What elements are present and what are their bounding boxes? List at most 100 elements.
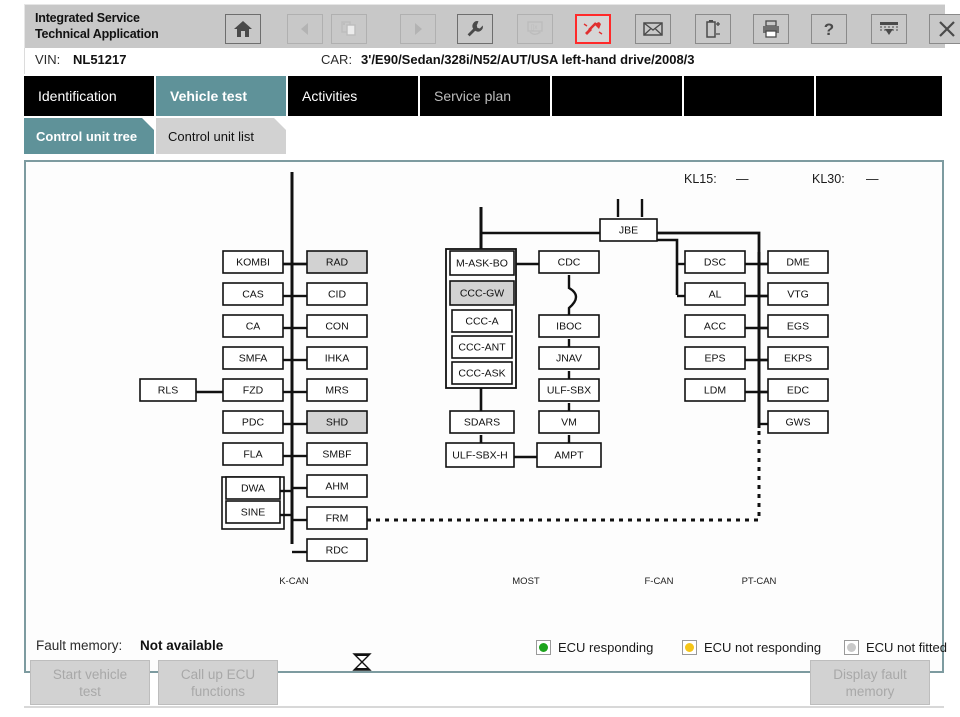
question-mark-icon: ?	[824, 20, 834, 39]
ecu-node-dme[interactable]: DME	[767, 250, 829, 274]
sub-tab-control-unit-tree[interactable]: Control unit tree	[24, 118, 154, 154]
ecu-node-label: SMFA	[239, 353, 268, 365]
legend-label: ECU not fitted	[866, 639, 947, 655]
ecu-node-rad[interactable]: RAD	[306, 250, 368, 274]
tools-button[interactable]	[457, 14, 493, 44]
fault-memory-row: Fault memory: Not available ECU respondi…	[24, 636, 947, 660]
ecu-node-kombi[interactable]: KOMBI	[222, 250, 284, 274]
ecu-node-label: KOMBI	[236, 257, 270, 269]
ecu-node-dwa[interactable]: DWA	[225, 476, 281, 500]
nav-tab-activities[interactable]: Activities	[288, 76, 420, 116]
svg-text:?: ?	[824, 20, 834, 39]
ecu-node-ccc-ask[interactable]: CCC-ASK	[451, 361, 513, 385]
ecu-node-label: CA	[246, 321, 261, 333]
ecu-node-shd[interactable]: SHD	[306, 410, 368, 434]
ecu-node-ca[interactable]: CA	[222, 314, 284, 338]
connection-button[interactable]	[575, 14, 611, 44]
ecu-node-mrs[interactable]: MRS	[306, 378, 368, 402]
close-button[interactable]	[929, 14, 960, 44]
ecu-node-cid[interactable]: CID	[306, 282, 368, 306]
ecu-node-acc[interactable]: ACC	[684, 314, 746, 338]
ecu-node-fla[interactable]: FLA	[222, 442, 284, 466]
ecu-node-pdc[interactable]: PDC	[222, 410, 284, 434]
ecu-node-iboc[interactable]: IBOC	[538, 314, 600, 338]
control-unit-tree-diagram[interactable]: JBE KOMBI CAS CA SMFA FZD PDC FLA DWA SINE RLS RAD C…	[26, 162, 942, 671]
print-button[interactable]	[753, 14, 789, 44]
ecu-node-frm[interactable]: FRM	[306, 506, 368, 530]
ecu-node-label: LDM	[704, 385, 726, 397]
ecu-node-smbf[interactable]: SMBF	[306, 442, 368, 466]
ecu-node-eps[interactable]: EPS	[684, 346, 746, 370]
bus-label-pt-can: PT-CAN	[742, 576, 777, 587]
mail-button[interactable]	[635, 14, 671, 44]
ecu-node-label: PDC	[242, 417, 265, 429]
ecu-node-ekps[interactable]: EKPS	[767, 346, 829, 370]
copy-pages-icon	[341, 21, 356, 36]
legend-label: ECU not responding	[704, 639, 822, 655]
ecu-node-label: CCC-ASK	[458, 368, 505, 380]
minimize-button[interactable]	[871, 14, 907, 44]
ecu-node-al[interactable]: AL	[684, 282, 746, 306]
ecu-node-ahm[interactable]: AHM	[306, 474, 368, 498]
battery-icon	[706, 20, 720, 38]
reset-button[interactable]: []x	[517, 14, 553, 44]
action-button-display-fault: Display fault memory	[810, 660, 930, 705]
app-title-line2: Technical Application	[35, 27, 159, 41]
battery-button[interactable]	[695, 14, 731, 44]
ecu-node-jnav[interactable]: JNAV	[538, 346, 600, 370]
ecu-node-vtg[interactable]: VTG	[767, 282, 829, 306]
home-button[interactable]	[225, 14, 261, 44]
forward-button[interactable]	[400, 14, 436, 44]
ecu-node-gws[interactable]: GWS	[767, 410, 829, 434]
ecu-node-ulf-sbx-h[interactable]: ULF-SBX-H	[445, 442, 515, 468]
ecu-node-label: AHM	[325, 481, 348, 493]
legend-swatch	[536, 639, 551, 655]
fault-memory-value: Not available	[140, 638, 224, 653]
ecu-node-ccc-gw[interactable]: CCC-GW	[449, 280, 515, 306]
ecu-node-ihka[interactable]: IHKA	[306, 346, 368, 370]
copy-button[interactable]	[331, 14, 367, 44]
ecu-node-label: RAD	[326, 257, 349, 269]
sub-tab-label: Control unit list	[168, 128, 254, 144]
ecu-node-smfa[interactable]: SMFA	[222, 346, 284, 370]
nav-tab-vehicle-test[interactable]: Vehicle test	[156, 76, 288, 116]
ecu-node-label: FZD	[243, 385, 264, 397]
sub-tab-control-unit-list[interactable]: Control unit list	[156, 118, 286, 154]
help-button[interactable]: ?	[811, 14, 847, 44]
ecu-node-label: RLS	[158, 385, 178, 397]
ecu-node-label: CID	[328, 289, 347, 301]
ecu-node-ampt[interactable]: AMPT	[536, 442, 602, 468]
nav-tab-service-plan[interactable]: Service plan	[420, 76, 552, 116]
nav-tab-empty-4	[552, 76, 684, 116]
ecu-node-vm[interactable]: VM	[538, 410, 600, 434]
ecu-node-ccc-ant[interactable]: CCC-ANT	[451, 335, 513, 359]
ecu-node-ulf-sbx[interactable]: ULF-SBX	[538, 378, 600, 402]
ecu-node-label: DWA	[241, 483, 265, 495]
back-button[interactable]	[287, 14, 323, 44]
nav-tab-empty-5	[684, 76, 816, 116]
ecu-node-cdc[interactable]: CDC	[538, 250, 600, 274]
ecu-node-sdars[interactable]: SDARS	[449, 410, 515, 434]
diagram-nodes: JBE KOMBI CAS CA SMFA FZD PDC FLA DWA SINE RLS RAD C…	[139, 218, 829, 562]
ecu-node-label: EPS	[704, 353, 725, 365]
ecu-node-ldm[interactable]: LDM	[684, 378, 746, 402]
nav-tab-identification[interactable]: Identification	[24, 76, 156, 116]
ecu-node-edc[interactable]: EDC	[767, 378, 829, 402]
legend-swatch	[682, 639, 697, 655]
ecu-node-label: ULF-SBX	[547, 385, 591, 397]
ecu-node-m-ask-bo[interactable]: M-ASK-BO	[449, 250, 515, 276]
ecu-node-ccc-a[interactable]: CCC-A	[451, 309, 513, 333]
ecu-node-con[interactable]: CON	[306, 314, 368, 338]
ecu-node-rdc[interactable]: RDC	[306, 538, 368, 562]
ecu-node-rls[interactable]: RLS	[139, 378, 197, 402]
action-button-start-vehicle: Start vehicle test	[30, 660, 150, 705]
ecu-node-dsc[interactable]: DSC	[684, 250, 746, 274]
ecu-node-label: VTG	[787, 289, 809, 301]
close-x-icon	[939, 21, 955, 37]
ecu-node-jbe[interactable]: JBE	[599, 218, 658, 242]
bus-label-f-can: F-CAN	[644, 576, 673, 587]
ecu-node-fzd[interactable]: FZD	[222, 378, 284, 402]
ecu-node-cas[interactable]: CAS	[222, 282, 284, 306]
ecu-node-sine[interactable]: SINE	[225, 500, 281, 524]
ecu-node-egs[interactable]: EGS	[767, 314, 829, 338]
